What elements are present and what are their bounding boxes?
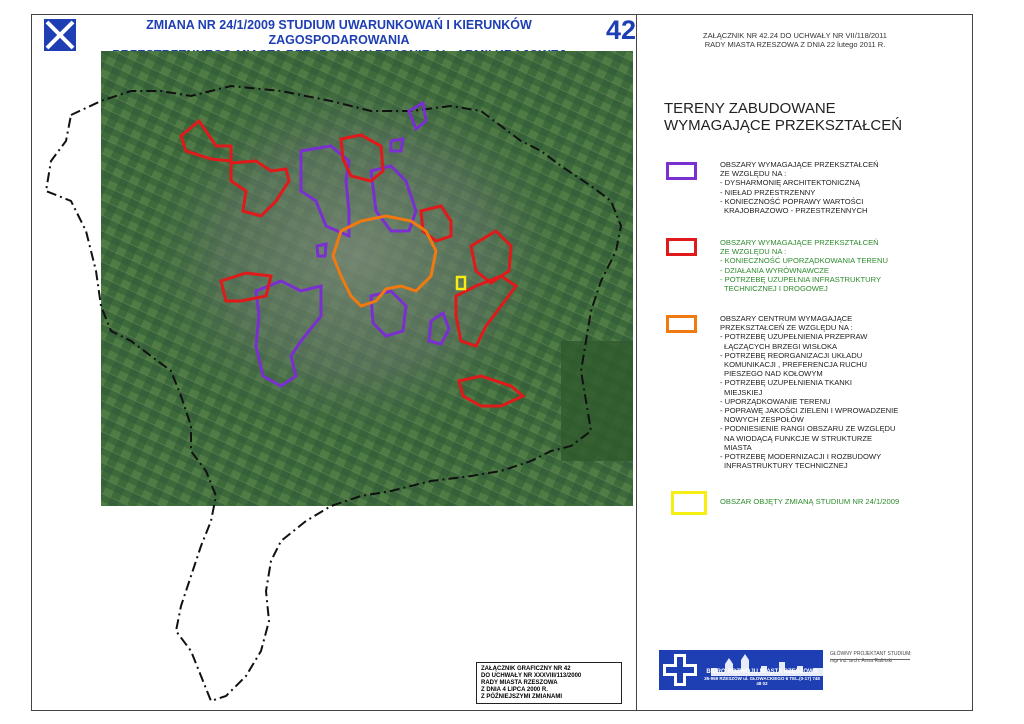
legend-line: OBSZARY WYMAGAJĄCE PRZEKSZTAŁCEŃ (720, 160, 879, 169)
legend-line: INFRASTRUKTURY TECHNICZNEJ (724, 461, 848, 471)
bureau-name: BIURO ROZWOJU MIASTA RZESZOWA (706, 669, 818, 675)
legend-line: OBSZARY CENTRUM WYMAGAJĄCE (720, 314, 853, 323)
legend-line: - POTRZEBĘ UZUPEŁNIA INFRASTRUKTURY (720, 274, 882, 284)
bureau-text: BIURO ROZWOJU MIASTA RZESZOWA 35-959 RZE… (703, 669, 821, 687)
legend-line: - POPRAWĘ JAKOŚCI ZIELENI I WPROWADZENIE (720, 406, 899, 416)
legend-line: PIESZEGO NAD KOŁOWYM (724, 369, 823, 379)
legend-line: KOMUNIKACJI , PREFERENCJA RUCHU (724, 360, 868, 370)
legend-line: PRZEKSZTAŁCEŃ ZE WZGLĘDU NA : (720, 323, 853, 333)
legend-swatch-violet (666, 162, 697, 180)
legend-line: - KONIECZNOŚĆ POPRAWY WARTOŚCI (720, 196, 864, 206)
annex-line-2: RADY MIASTA RZESZOWA Z DNIA 22 lutego 20… (704, 40, 886, 49)
stamp-line: ZAŁĄCZNIK GRAFICZNY NR 42 (481, 666, 571, 672)
legend-line: - PODNIESIENIE RANGI OBSZARU ZE WZGLĘDU (720, 424, 896, 434)
legend-line: - KONIECZNOŚĆ UPORZĄDKOWANIA TERENU (720, 256, 888, 266)
legend-line: NOWYCH ZESPOŁÓW (724, 415, 804, 425)
bureau-logo-icon (659, 650, 701, 690)
legend-swatch-orange (666, 315, 697, 333)
legend-line: - UPORZĄDKOWANIE TERENU (720, 396, 831, 406)
designer-label: GŁÓWNY PROJEKTANT STUDIUM: (830, 651, 912, 657)
legend-line: ŁĄCZĄCYCH BRZEGI WISŁOKA (724, 341, 838, 351)
city-logo-icon (44, 19, 76, 51)
legend-item-yellow: OBSZAR OBJĘTY ZMIANĄ STUDIUM NR 24/1/200… (720, 497, 899, 506)
legend-swatch-red (666, 238, 697, 256)
legend-item-red: OBSZARY WYMAGAJĄCE PRZEKSZTAŁCEŃ ZE WZGL… (720, 238, 888, 293)
stamp-line: Z PÓŹNIEJSZYMI ZMIANAMI (481, 694, 562, 700)
legend-line: MIASTA (724, 442, 752, 452)
legend-title-line-1: TERENY ZABUDOWANE (664, 100, 836, 117)
designer-block: GŁÓWNY PROJEKTANT STUDIUM: mgr inż. arch… (830, 651, 912, 665)
legend-line: ZE WZGLĘDU NA : (720, 247, 787, 257)
legend-line: KRAJOBRAZOWO - PRZESTRZENNYCH (724, 206, 868, 216)
legend-line: TECHNICZNEJ I DROGOWEJ (724, 284, 828, 294)
legend-line: ZE WZGLĘDU NA : (720, 169, 787, 179)
map-canvas (44, 51, 633, 703)
stamp-line: Z DNIA 4 LIPCA 2000 R. (481, 687, 548, 693)
legend-line: - POTRZEBĘ UZUPEŁNIENIA PRZEPRAW (720, 332, 868, 342)
legend-line: - POTRZEBĘ REORGANIZACJI UKŁADU (720, 350, 863, 360)
legend-item-violet: OBSZARY WYMAGAJĄCE PRZEKSZTAŁCEŃ ZE WZGL… (720, 160, 879, 215)
legend-line: MIEJSKIEJ (724, 387, 763, 397)
stamp-line: DO UCHWAŁY NR XXXVIII/113/2000 (481, 673, 582, 679)
graphic-annex-stamp: ZAŁĄCZNIK GRAFICZNY NR 42 DO UCHWAŁY NR … (476, 662, 622, 704)
annex-reference: ZAŁĄCZNIK NR 42.24 DO UCHWAŁY NR VII/118… (660, 31, 930, 49)
designer-signature-line (830, 659, 910, 660)
legend-line: - POTRZEBĘ UZUPEŁNIENIA TKANKI (720, 378, 852, 388)
title-line-1: ZMIANA NR 24/1/2009 STUDIUM UWARUNKOWAŃ … (146, 18, 532, 47)
legend-line: - NIEŁAD PRZESTRZENNY (720, 187, 816, 197)
legend-line: - DZIAŁANIA WYRÓWNAWCZE (720, 265, 829, 275)
legend-title: TERENY ZABUDOWANE WYMAGAJĄCE PRZEKSZTAŁC… (664, 100, 902, 134)
legend-line: OBSZARY WYMAGAJĄCE PRZEKSZTAŁCEŃ (720, 238, 879, 247)
legend-line: - POTRZEBĘ MODERNIZACJI I ROZBUDOWY (720, 452, 882, 462)
legend-item-orange: OBSZARY CENTRUM WYMAGAJĄCE PRZEKSZTAŁCEŃ… (720, 314, 898, 470)
annex-line-1: ZAŁĄCZNIK NR 42.24 DO UCHWAŁY NR VII/118… (703, 31, 887, 40)
sheet-number: 42 (605, 15, 637, 45)
legend-swatch-yellow (671, 491, 707, 515)
legend-line: NA WIODĄCĄ FUNKCJE W STRUKTURZE (724, 433, 873, 443)
bureau-address: 35-959 RZESZÓW ul. GŁOWACKIEGO 6 TEL.(0-… (704, 675, 820, 687)
legend-line: - DYSHARMONIĘ ARCHITEKTONICZNĄ (720, 178, 860, 188)
legend-title-line-2: WYMAGAJĄCE PRZEKSZTAŁCEŃ (664, 117, 903, 134)
stamp-line: RADY MIASTA RZESZOWA (481, 680, 558, 686)
legend-line: OBSZAR OBJĘTY ZMIANĄ STUDIUM NR 24/1/200… (720, 497, 900, 506)
